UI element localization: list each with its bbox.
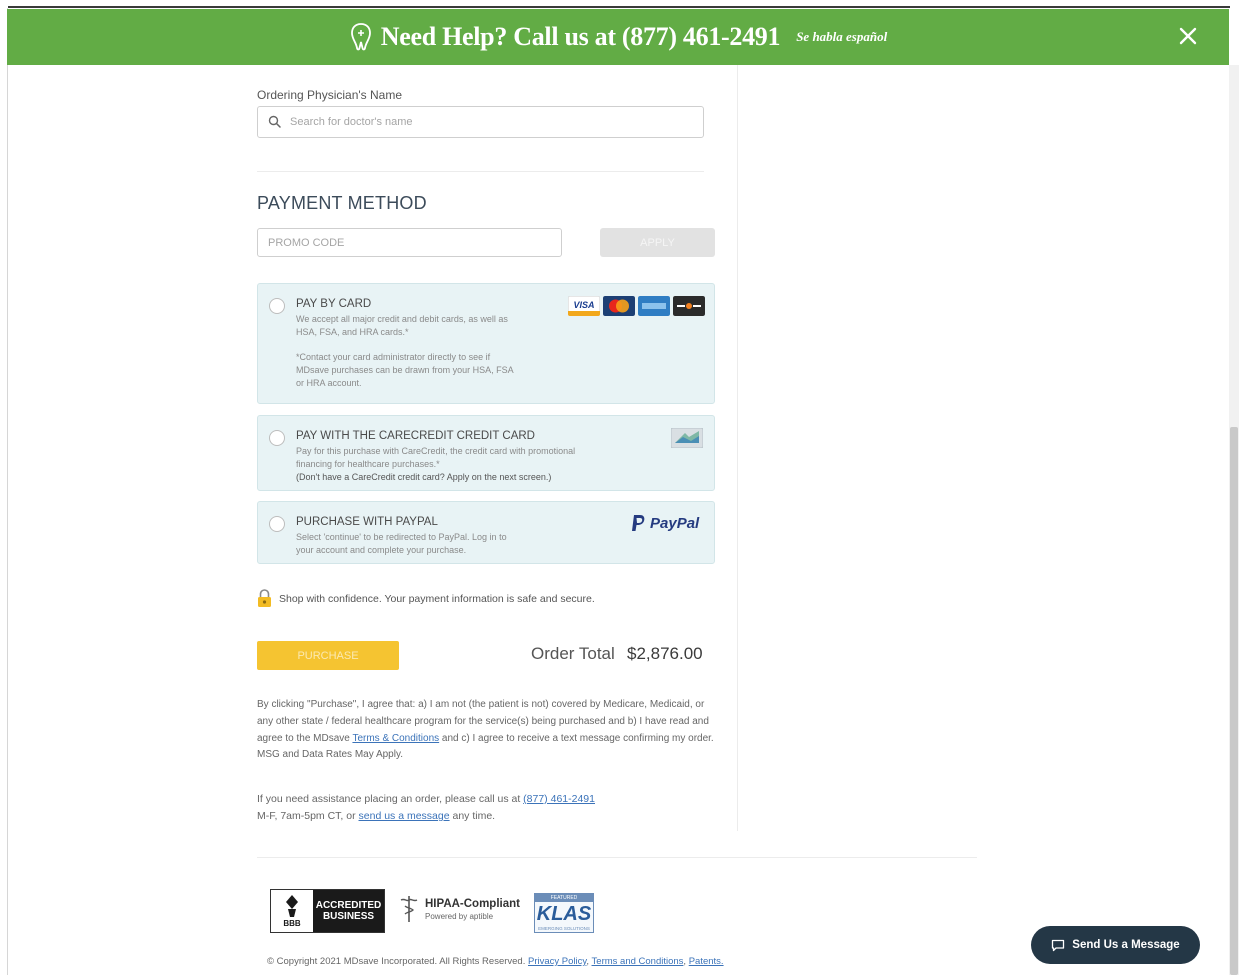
carecredit-desc-1: Pay for this purchase with CareCredit, t… — [296, 446, 576, 456]
paypal-option[interactable]: PURCHASE WITH PAYPAL Select 'continue' t… — [257, 501, 715, 564]
assistance-text: If you need assistance placing an order,… — [257, 791, 717, 825]
pay-by-card-note-2: MDsave purchases can be drawn from your … — [296, 365, 514, 375]
help-banner: Need Help? Call us at (877) 461-2491 Se … — [7, 9, 1229, 65]
mastercard-logo — [603, 296, 635, 316]
terms-link[interactable]: Terms & Conditions — [352, 733, 439, 744]
send-message-label: Send Us a Message — [1072, 939, 1180, 951]
carecredit-card-icon — [671, 428, 703, 448]
close-icon[interactable] — [1175, 23, 1201, 49]
bbb-accredited-text: ACCREDITED BUSINESS — [313, 890, 384, 932]
page-scrollbar[interactable] — [1229, 65, 1239, 975]
window-border — [8, 6, 1230, 8]
privacy-policy-link[interactable]: Privacy Policy — [528, 956, 586, 967]
promo-code-input[interactable] — [268, 235, 548, 251]
chat-icon — [1052, 939, 1065, 951]
amex-logo — [638, 296, 670, 316]
paypal-radio[interactable] — [269, 516, 285, 532]
order-total-label: Order Total — [531, 644, 615, 663]
order-total-value: $2,876.00 — [627, 644, 703, 663]
pay-by-card-note-3: or HRA account. — [296, 378, 362, 388]
tooth-icon — [350, 23, 371, 51]
paypal-wordmark: PayPal — [650, 514, 700, 532]
paypal-desc-2: your account and complete your purchase. — [296, 545, 467, 555]
hipaa-badge[interactable]: HIPAA-Compliant Powered by aptible — [398, 894, 520, 924]
pay-by-card-radio[interactable] — [269, 298, 285, 314]
copyright-text: © Copyright 2021 MDsave Incorporated. Al… — [267, 956, 526, 967]
assist-part-1: If you need assistance placing an order,… — [257, 793, 524, 805]
physician-search-input[interactable] — [290, 112, 690, 132]
pay-by-card-desc-1: We accept all major credit and debit car… — [296, 314, 508, 324]
klas-logo: KLAS — [536, 903, 592, 925]
send-message-link[interactable]: send us a message — [359, 810, 450, 822]
send-message-button[interactable]: Send Us a Message — [1031, 926, 1200, 964]
assist-part-2: M-F, 7am-5pm CT, or — [257, 810, 359, 822]
payment-method-title: PAYMENT METHOD — [257, 193, 427, 213]
apply-button[interactable]: APPLY — [600, 228, 715, 257]
column-divider — [737, 65, 738, 831]
carecredit-option[interactable]: PAY WITH THE CARECREDIT CREDIT CARD Pay … — [257, 415, 715, 491]
window-left-border — [7, 8, 8, 975]
carecredit-title: PAY WITH THE CARECREDIT CREDIT CARD — [296, 430, 535, 442]
physician-label: Ordering Physician's Name — [257, 88, 403, 102]
caduceus-icon — [400, 896, 418, 922]
svg-text:VISA: VISA — [573, 300, 594, 310]
paypal-logo: PayPal — [630, 514, 699, 532]
purchase-agreement-text: By clicking "Purchase", I agree that: a)… — [257, 697, 717, 764]
bbb-logo-text: BBB — [283, 919, 301, 928]
purchase-button[interactable]: PURCHASE — [257, 641, 399, 670]
scrollbar-thumb[interactable] — [1230, 427, 1238, 975]
hipaa-title: HIPAA-Compliant — [425, 897, 520, 910]
card-logos: VISA — [568, 296, 706, 318]
physician-search-field[interactable] — [257, 106, 704, 138]
visa-logo: VISA — [568, 296, 600, 316]
carecredit-radio[interactable] — [269, 430, 285, 446]
bbb-logo: BBB — [271, 890, 313, 932]
phone-link[interactable]: (877) 461-2491 — [523, 793, 595, 805]
bbb-badge[interactable]: BBB ACCREDITED BUSINESS — [270, 889, 385, 933]
terms-and-conditions-link[interactable]: Terms and Conditions — [592, 956, 684, 967]
bbb-torch-icon: BBB — [283, 895, 301, 928]
search-icon — [268, 115, 281, 128]
klas-subtitle: EMERGING SOLUTIONS — [538, 926, 590, 931]
pay-by-card-title: PAY BY CARD — [296, 298, 372, 310]
promo-code-field[interactable] — [257, 228, 562, 257]
hipaa-subtitle: Powered by aptible — [425, 911, 494, 921]
pay-by-card-note-1: *Contact your card administrator directl… — [296, 352, 491, 362]
pay-by-card-option[interactable]: PAY BY CARD We accept all major credit a… — [257, 283, 715, 404]
paypal-desc-1: Select 'continue' to be redirected to Pa… — [296, 532, 507, 542]
discover-logo — [673, 296, 705, 316]
paypal-title: PURCHASE WITH PAYPAL — [296, 516, 438, 528]
secure-notice: Shop with confidence. Your payment infor… — [257, 589, 595, 608]
footer-divider — [257, 857, 977, 858]
secure-text: Shop with confidence. Your payment infor… — [279, 592, 595, 605]
carecredit-desc-3: (Don't have a CareCredit credit card? Ap… — [296, 472, 552, 482]
section-divider — [257, 171, 704, 172]
klas-badge[interactable]: FEATURED KLAS EMERGING SOLUTIONS — [534, 893, 594, 933]
klas-featured-label: FEATURED — [535, 894, 593, 902]
help-phone-text[interactable]: Need Help? Call us at (877) 461-2491 — [381, 22, 781, 52]
patents-link[interactable]: Patents. — [689, 956, 724, 967]
paypal-icon — [632, 515, 645, 531]
carecredit-desc-2: financing for healthcare purchases.* — [296, 459, 440, 469]
assist-part-3: any time. — [449, 810, 496, 822]
spanish-note: Se habla español — [796, 29, 888, 44]
pay-by-card-desc-2: HSA, FSA, and HRA cards.* — [296, 327, 409, 337]
copyright-line: © Copyright 2021 MDsave Incorporated. Al… — [267, 956, 724, 967]
lock-icon — [258, 589, 271, 607]
